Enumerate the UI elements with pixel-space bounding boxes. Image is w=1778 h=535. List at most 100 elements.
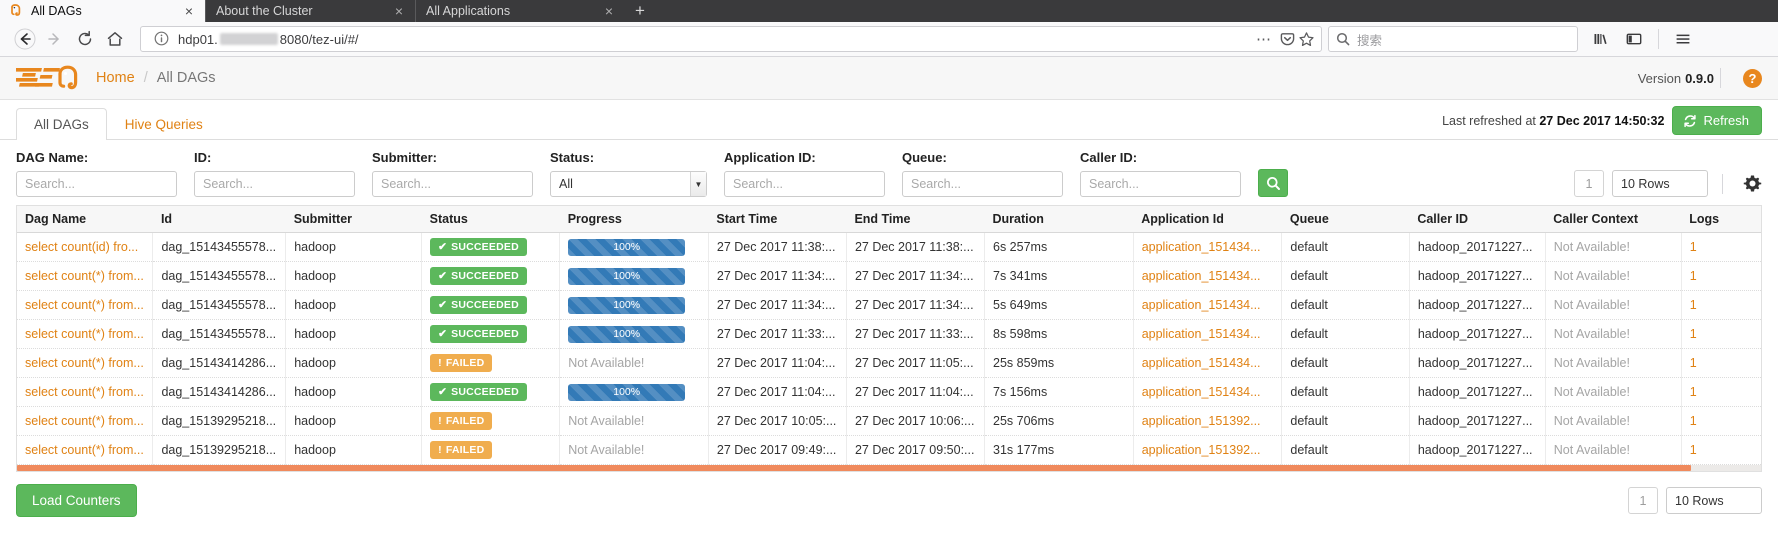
cell-dag-name[interactable]: select count(*) from... — [17, 406, 154, 436]
cell-dag-name[interactable]: select count(*) from... — [17, 319, 154, 349]
breadcrumb-home-link[interactable]: Home — [96, 70, 135, 86]
application-id-search-input[interactable] — [724, 171, 885, 197]
cell-application-id[interactable]: application_151392... — [1133, 406, 1283, 436]
column-header-end-time[interactable]: End Time — [846, 206, 985, 233]
dag-name-link[interactable]: select count(*) from... — [25, 269, 144, 283]
status-select[interactable]: All — [550, 171, 707, 197]
pocket-icon[interactable] — [1279, 31, 1296, 48]
application-id-link[interactable]: application_151434... — [1142, 298, 1261, 312]
tab-all-dags[interactable]: All DAGs — [16, 108, 107, 140]
cell-logs[interactable]: 1 — [1681, 435, 1761, 465]
cell-dag-name[interactable]: select count(*) from... — [17, 261, 154, 291]
dag-name-link[interactable]: select count(*) from... — [25, 385, 144, 399]
dag-name-link[interactable]: select count(*) from... — [25, 356, 144, 370]
cell-logs[interactable]: 1 — [1681, 319, 1761, 349]
sidebar-toggle-icon[interactable] — [1619, 25, 1649, 53]
cell-dag-name[interactable]: select count(*) from... — [17, 377, 154, 407]
dag-name-link[interactable]: select count(*) from... — [25, 298, 144, 312]
page-actions-ellipsis-icon[interactable]: ⋯ — [1251, 30, 1277, 48]
cell-application-id[interactable]: application_151392... — [1133, 435, 1283, 465]
logs-link[interactable]: 1 — [1690, 443, 1697, 457]
close-icon[interactable]: × — [391, 3, 407, 19]
browser-search-bar[interactable]: 搜索 — [1328, 26, 1578, 52]
page-number-bottom[interactable]: 1 — [1628, 487, 1658, 514]
tez-logo[interactable] — [16, 63, 82, 93]
column-header-progress[interactable]: Progress — [559, 206, 709, 233]
close-icon[interactable]: × — [181, 3, 197, 19]
cell-logs[interactable]: 1 — [1681, 377, 1761, 407]
column-header-logs[interactable]: Logs — [1681, 206, 1761, 233]
column-header-start-time[interactable]: Start Time — [708, 206, 847, 233]
column-header-submitter[interactable]: Submitter — [285, 206, 422, 233]
dag-name-link[interactable]: select count(*) from... — [25, 414, 144, 428]
gear-icon[interactable] — [1743, 174, 1762, 193]
home-icon[interactable] — [100, 25, 130, 53]
column-header-duration[interactable]: Duration — [984, 206, 1134, 233]
logs-link[interactable]: 1 — [1690, 385, 1697, 399]
application-id-link[interactable]: application_151392... — [1142, 443, 1261, 457]
cell-application-id[interactable]: application_151434... — [1133, 319, 1283, 349]
queue-search-input[interactable] — [902, 171, 1063, 197]
cell-application-id[interactable]: application_151434... — [1133, 261, 1283, 291]
close-icon[interactable]: × — [601, 3, 617, 19]
cell-logs[interactable]: 1 — [1681, 290, 1761, 320]
column-header-caller-context[interactable]: Caller Context — [1545, 206, 1682, 233]
reload-icon[interactable] — [70, 25, 100, 53]
application-id-link[interactable]: application_151434... — [1142, 385, 1261, 399]
logs-link[interactable]: 1 — [1690, 356, 1697, 370]
page-number-top[interactable]: 1 — [1574, 170, 1604, 197]
column-header-queue[interactable]: Queue — [1281, 206, 1410, 233]
cell-logs[interactable]: 1 — [1681, 348, 1761, 378]
application-id-link[interactable]: application_151434... — [1142, 269, 1261, 283]
logs-link[interactable]: 1 — [1690, 414, 1697, 428]
cell-logs[interactable]: 1 — [1681, 261, 1761, 291]
logs-link[interactable]: 1 — [1690, 298, 1697, 312]
column-header-caller-id[interactable]: Caller ID — [1409, 206, 1546, 233]
bookmark-star-icon[interactable] — [1298, 31, 1315, 48]
page-info-icon[interactable] — [154, 31, 170, 47]
application-id-link[interactable]: application_151434... — [1142, 356, 1261, 370]
application-id-link[interactable]: application_151434... — [1142, 240, 1261, 254]
back-arrow-icon[interactable] — [10, 25, 40, 53]
dag-name-link[interactable]: select count(*) from... — [25, 327, 144, 341]
column-header-application-id[interactable]: Application Id — [1133, 206, 1282, 233]
column-header-id[interactable]: Id — [152, 206, 286, 233]
url-bar[interactable]: hdp01. 8080/tez-ui/#/ ⋯ — [140, 26, 1322, 52]
cell-logs[interactable]: 1 — [1681, 232, 1761, 262]
caller-id-search-input[interactable] — [1080, 171, 1241, 197]
search-button[interactable] — [1258, 169, 1288, 197]
application-id-link[interactable]: application_151434... — [1142, 327, 1261, 341]
logs-link[interactable]: 1 — [1690, 240, 1697, 254]
logs-link[interactable]: 1 — [1690, 327, 1697, 341]
hamburger-menu-icon[interactable] — [1668, 25, 1698, 53]
application-id-link[interactable]: application_151392... — [1142, 414, 1261, 428]
id-search-input[interactable] — [194, 171, 355, 197]
logs-link[interactable]: 1 — [1690, 269, 1697, 283]
cell-application-id[interactable]: application_151434... — [1133, 348, 1283, 378]
submitter-search-input[interactable] — [372, 171, 533, 197]
browser-tab-all-applications[interactable]: All Applications × — [415, 0, 625, 22]
cell-logs[interactable]: 1 — [1681, 406, 1761, 436]
scrollbar-thumb[interactable] — [17, 465, 1692, 471]
library-icon[interactable] — [1586, 25, 1616, 53]
rows-per-page-select-top[interactable]: 10 Rows — [1612, 170, 1708, 197]
dag-name-link[interactable]: select count(*) from... — [25, 443, 144, 457]
dag-name-search-input[interactable] — [16, 171, 177, 197]
load-counters-button[interactable]: Load Counters — [16, 484, 137, 517]
column-header-status[interactable]: Status — [421, 206, 560, 233]
dag-name-link[interactable]: select count(id) fro... — [25, 240, 138, 254]
tab-hive-queries[interactable]: Hive Queries — [107, 108, 221, 140]
browser-tab-all-dags[interactable]: All DAGs × — [0, 0, 205, 22]
refresh-button[interactable]: Refresh — [1672, 106, 1762, 135]
cell-dag-name[interactable]: select count(*) from... — [17, 435, 154, 465]
new-tab-button[interactable]: + — [625, 0, 655, 22]
cell-application-id[interactable]: application_151434... — [1133, 232, 1283, 262]
cell-dag-name[interactable]: select count(*) from... — [17, 290, 154, 320]
forward-arrow-icon[interactable] — [40, 25, 70, 53]
help-icon[interactable]: ? — [1743, 68, 1762, 88]
column-header-dag-name[interactable]: Dag Name — [17, 206, 153, 233]
cell-dag-name[interactable]: select count(*) from... — [17, 348, 154, 378]
table-horizontal-scrollbar[interactable] — [16, 465, 1762, 472]
browser-tab-about-the-cluster[interactable]: About the Cluster × — [205, 0, 415, 22]
cell-application-id[interactable]: application_151434... — [1133, 290, 1283, 320]
